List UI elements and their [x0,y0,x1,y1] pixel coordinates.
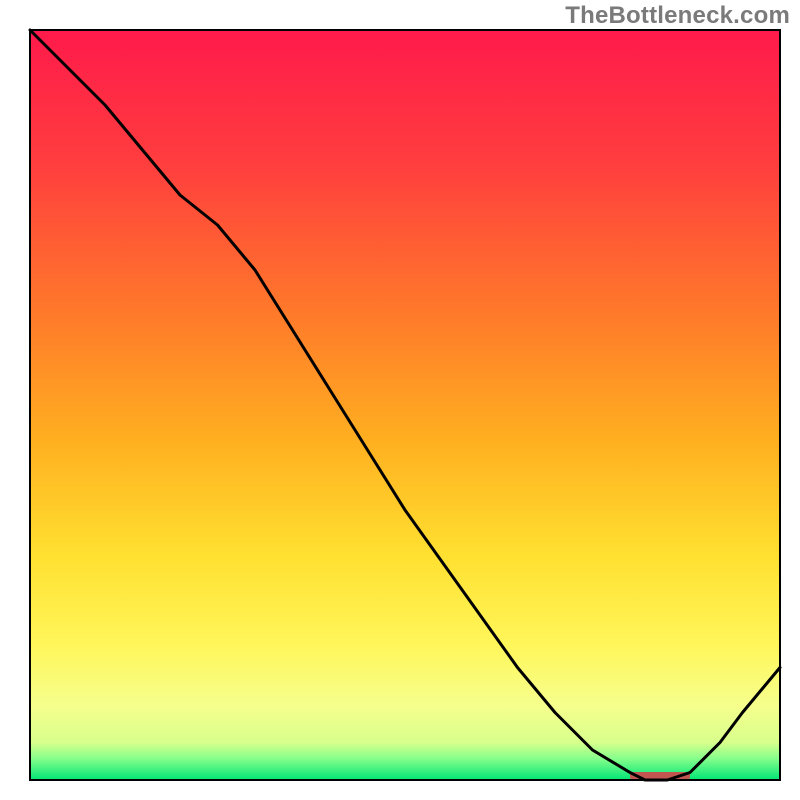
bottleneck-curve-chart [0,0,800,800]
watermark-label: TheBottleneck.com [565,2,790,30]
gradient-background [30,30,780,780]
chart-container: TheBottleneck.com [0,0,800,800]
